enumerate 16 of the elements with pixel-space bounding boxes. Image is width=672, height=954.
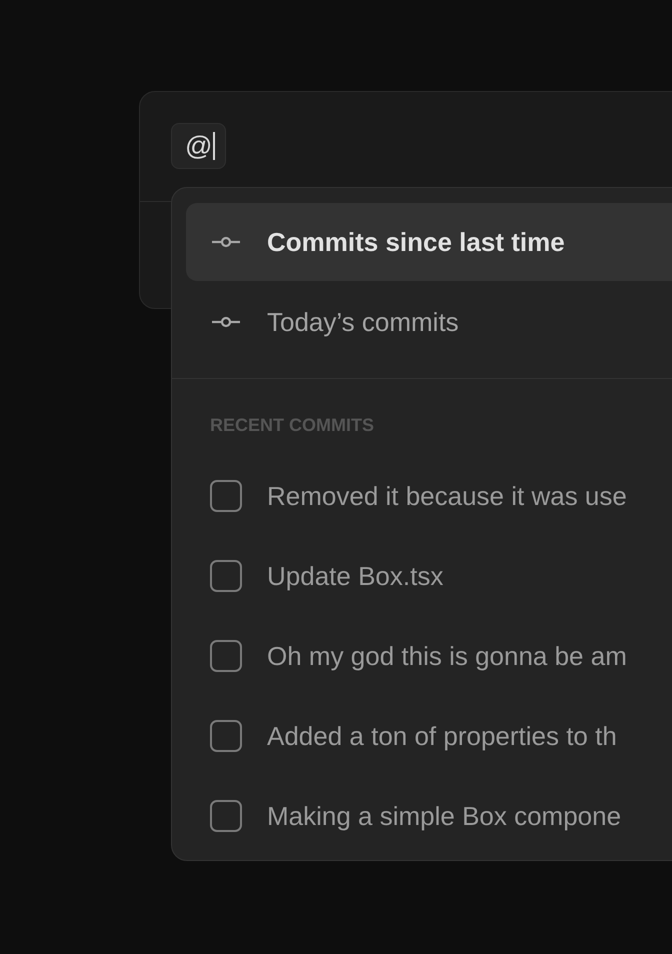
- text-cursor: [213, 132, 216, 160]
- checkbox[interactable]: [210, 720, 242, 752]
- menu-item[interactable]: Today’s commits: [186, 283, 672, 361]
- checkbox[interactable]: [210, 560, 242, 592]
- commit-message[interactable]: Added a ton of properties to th: [267, 720, 617, 752]
- commit-icon: [212, 316, 240, 328]
- commit-message[interactable]: Making a simple Box compone: [267, 800, 622, 832]
- menu-item[interactable]: Commits since last time: [186, 203, 672, 281]
- checkbox[interactable]: [210, 640, 242, 672]
- checkbox[interactable]: [210, 480, 242, 512]
- mention-chip[interactable]: @: [171, 123, 226, 169]
- checkbox[interactable]: [210, 800, 242, 832]
- commit-icon: [212, 236, 240, 248]
- commit-message[interactable]: Removed it because it was use: [267, 480, 627, 512]
- commit-message[interactable]: Oh my god this is gonna be am: [267, 640, 627, 672]
- commit-message[interactable]: Update Box.tsx: [267, 560, 444, 592]
